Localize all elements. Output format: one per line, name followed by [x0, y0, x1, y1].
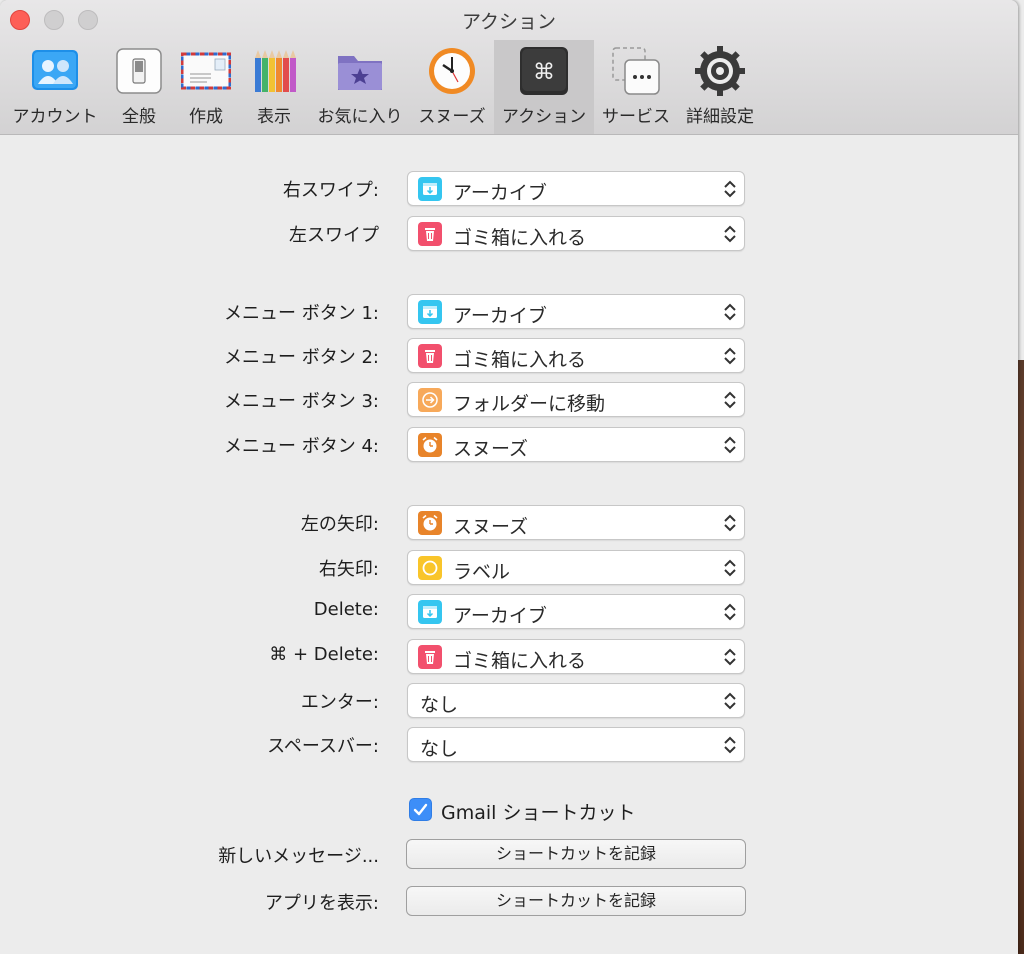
delete-key-popup[interactable]: アーカイブ: [407, 594, 745, 629]
menu-button-1-label: メニュー ボタン 1:: [224, 303, 379, 324]
accounts-icon: [30, 46, 80, 96]
snooze-icon: [418, 433, 442, 457]
gmail-shortcuts-checkbox[interactable]: [409, 798, 432, 821]
menu-button-1-popup[interactable]: アーカイブ: [407, 294, 745, 329]
popup-value: スヌーズ: [453, 438, 529, 460]
window-title: アクション: [461, 11, 557, 33]
right-swipe-popup[interactable]: アーカイブ: [407, 171, 745, 206]
menu-button-2-label: メニュー ボタン 2:: [224, 347, 379, 368]
left-arrow-key-label: 左の矢印:: [300, 514, 379, 535]
popup-value: フォルダーに移動: [453, 393, 606, 415]
chevron-up-down-icon: [722, 735, 738, 755]
menu-button-4-popup[interactable]: スヌーズ: [407, 427, 745, 462]
popup-value: アーカイブ: [453, 605, 547, 627]
left-swipe-label: 左スワイプ: [289, 225, 379, 246]
tab-label: お気に入り: [317, 107, 403, 127]
popup-value: ラベル: [453, 561, 511, 583]
chevron-up-down-icon: [722, 602, 738, 622]
tab-favorites[interactable]: お気に入り: [310, 40, 410, 134]
enter-key-label: エンター:: [300, 692, 379, 713]
services-icon: [611, 46, 661, 96]
archive-icon: [418, 300, 442, 324]
record-show-app-shortcut-button[interactable]: ショートカットを記録: [406, 886, 746, 916]
tab-view[interactable]: 表示: [242, 40, 306, 134]
chevron-up-down-icon: [722, 691, 738, 711]
chevron-up-down-icon: [722, 390, 738, 410]
left-swipe-popup[interactable]: ゴミ箱に入れる: [407, 216, 745, 251]
tab-accounts[interactable]: アカウント: [4, 40, 106, 134]
tab-label: 表示: [257, 107, 291, 127]
pencils-icon: [249, 46, 299, 96]
tab-label: サービス: [602, 107, 670, 127]
tab-general[interactable]: 全般: [108, 40, 170, 134]
favorites-folder-icon: [335, 46, 385, 96]
cmd-delete-key-label: ⌘ + Delete:: [269, 644, 379, 665]
popup-value: ゴミ箱に入れる: [453, 227, 587, 249]
toolbar: アクション アカウント 全般 作成 表示 お気に入り スヌーズ ⌘ アクション …: [0, 0, 1018, 135]
tab-label: 詳細設定: [686, 107, 754, 127]
command-key-icon: ⌘: [519, 46, 569, 96]
chevron-up-down-icon: [722, 647, 738, 667]
delete-key-label: Delete:: [313, 599, 379, 620]
chevron-up-down-icon: [722, 513, 738, 533]
chevron-up-down-icon: [722, 558, 738, 578]
snooze-clock-icon: [427, 46, 477, 96]
spacebar-key-popup[interactable]: なし: [407, 727, 745, 762]
popup-value: アーカイブ: [453, 305, 547, 327]
popup-value: ゴミ箱に入れる: [453, 349, 587, 371]
menu-button-3-label: メニュー ボタン 3:: [224, 391, 379, 412]
preferences-window: アクション アカウント 全般 作成 表示 お気に入り スヌーズ ⌘ アクション …: [0, 0, 1018, 954]
tab-snooze[interactable]: スヌーズ: [412, 40, 492, 134]
right-arrow-key-label: 右矢印:: [318, 559, 379, 580]
move-folder-icon: [418, 388, 442, 412]
tab-services[interactable]: サービス: [596, 40, 676, 134]
trash-icon: [418, 645, 442, 669]
popup-value: なし: [420, 738, 459, 760]
tab-label: アカウント: [12, 107, 98, 127]
gmail-shortcuts-label[interactable]: Gmail ショートカット: [441, 798, 635, 825]
tab-action[interactable]: ⌘ アクション: [494, 40, 594, 134]
popup-value: アーカイブ: [453, 182, 547, 204]
left-arrow-key-popup[interactable]: スヌーズ: [407, 505, 745, 540]
menu-button-2-popup[interactable]: ゴミ箱に入れる: [407, 338, 745, 373]
enter-key-popup[interactable]: なし: [407, 683, 745, 718]
label-icon: [418, 556, 442, 580]
archive-icon: [418, 600, 442, 624]
new-message-shortcut-label: 新しいメッセージ...: [218, 846, 379, 867]
popup-value: なし: [420, 694, 459, 716]
tab-label: スヌーズ: [418, 107, 486, 127]
tab-label: アクション: [501, 107, 587, 127]
trash-icon: [418, 222, 442, 246]
chevron-up-down-icon: [722, 302, 738, 322]
spacebar-key-label: スペースバー:: [267, 736, 379, 757]
archive-icon: [418, 177, 442, 201]
checkmark-icon: [413, 803, 428, 816]
cmd-delete-key-popup[interactable]: ゴミ箱に入れる: [407, 639, 745, 674]
show-app-shortcut-label: アプリを表示:: [264, 893, 379, 914]
menu-button-3-popup[interactable]: フォルダーに移動: [407, 382, 745, 417]
svg-text:⌘: ⌘: [533, 60, 555, 85]
general-switch-icon: [114, 46, 164, 96]
advanced-gear-icon: [695, 46, 745, 96]
right-swipe-label: 右スワイプ:: [282, 180, 379, 201]
menu-button-4-label: メニュー ボタン 4:: [224, 436, 379, 457]
popup-value: スヌーズ: [453, 516, 529, 538]
chevron-up-down-icon: [722, 435, 738, 455]
record-new-message-shortcut-button[interactable]: ショートカットを記録: [406, 839, 746, 869]
chevron-up-down-icon: [722, 224, 738, 244]
popup-value: ゴミ箱に入れる: [453, 650, 587, 672]
envelope-icon: [180, 46, 232, 96]
right-arrow-key-popup[interactable]: ラベル: [407, 550, 745, 585]
tab-compose[interactable]: 作成: [174, 40, 238, 134]
snooze-icon: [418, 511, 442, 535]
tab-advanced[interactable]: 詳細設定: [680, 40, 760, 134]
chevron-up-down-icon: [722, 346, 738, 366]
tab-label: 全般: [122, 107, 156, 127]
trash-icon: [418, 344, 442, 368]
tab-label: 作成: [189, 107, 223, 127]
chevron-up-down-icon: [722, 179, 738, 199]
